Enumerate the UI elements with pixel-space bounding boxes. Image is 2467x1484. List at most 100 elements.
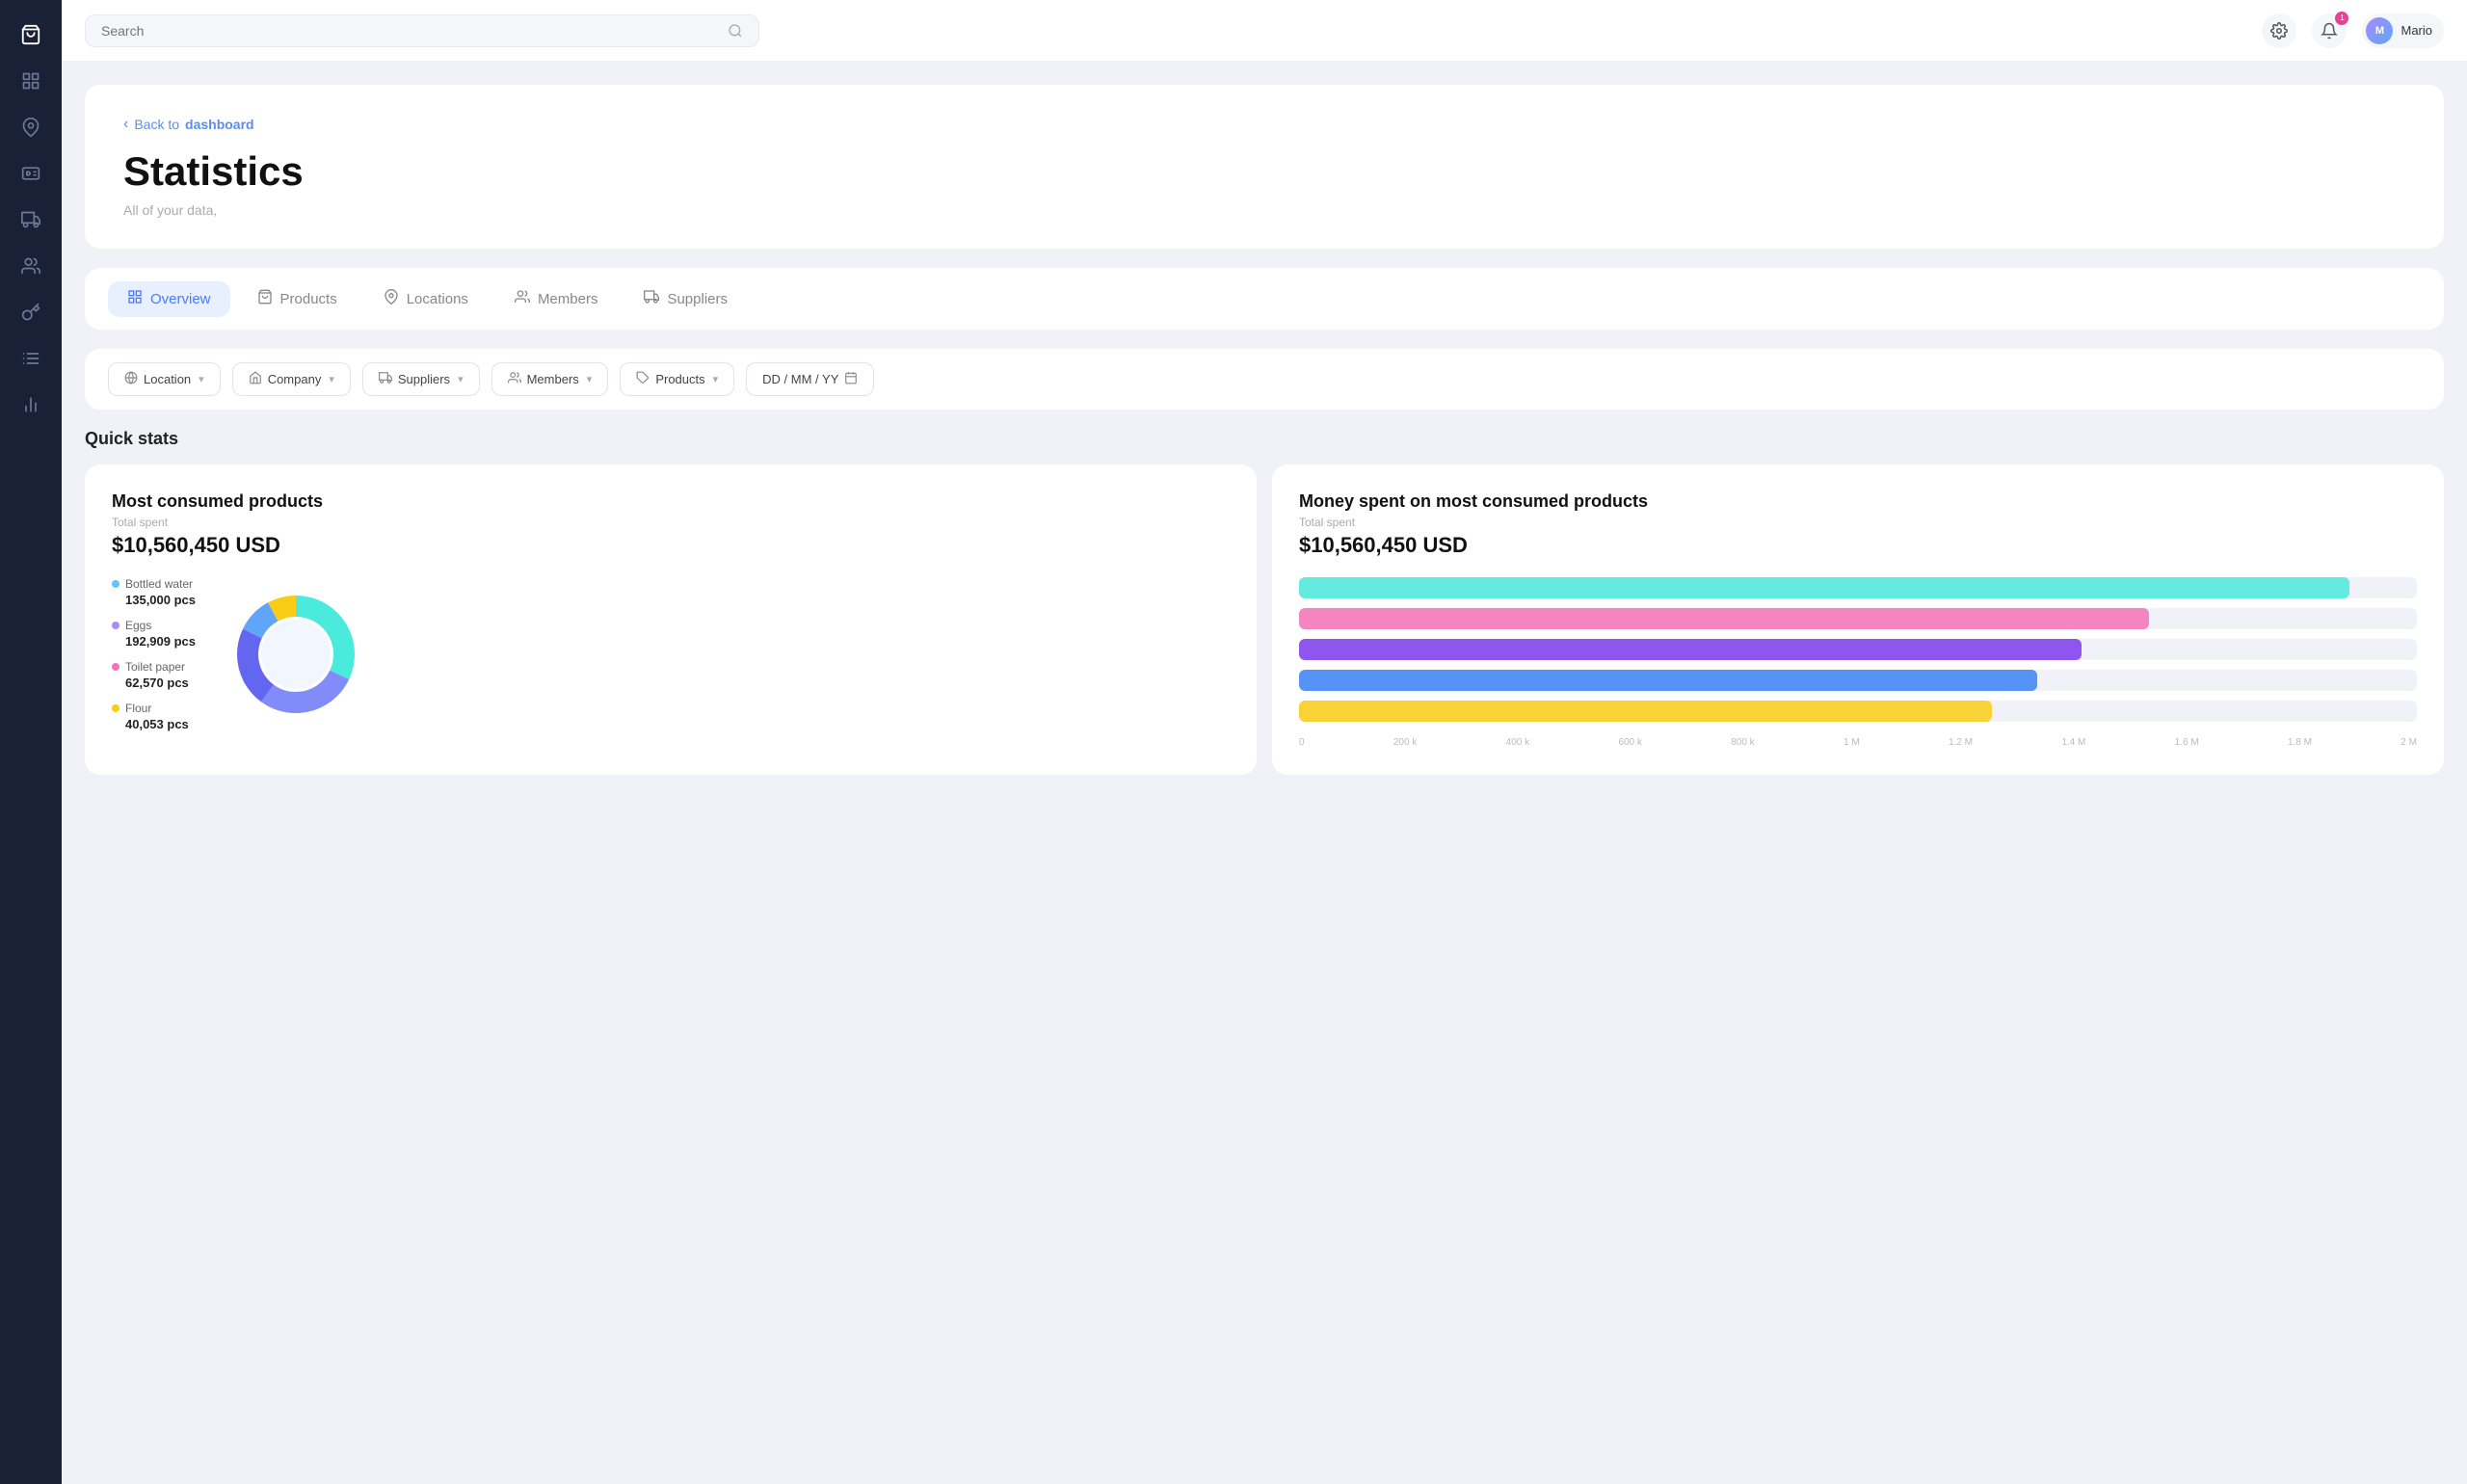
filter-members[interactable]: Members ▾ — [491, 362, 609, 396]
filter-suppliers-label: Suppliers — [398, 372, 450, 386]
back-to-dashboard-link[interactable]: ‹ Back to dashboard — [123, 116, 2405, 133]
legend-count-eggs: 192,909 pcs — [112, 634, 196, 649]
bar-row-3 — [1299, 670, 2417, 691]
filter-location-label: Location — [144, 372, 191, 386]
main-content: 1 M Mario ‹ Back to dashboard Statistics… — [62, 0, 2467, 1484]
tab-products-icon — [257, 289, 273, 309]
donut-chart — [219, 577, 373, 731]
legend-dot-flour — [112, 704, 119, 712]
search-bar[interactable] — [85, 14, 759, 47]
sidebar-icon-list[interactable] — [12, 339, 50, 378]
tab-members[interactable]: Members — [495, 281, 618, 317]
back-link-text: Back to — [134, 117, 179, 132]
filter-location-chevron: ▾ — [199, 373, 204, 385]
sidebar-icon-home[interactable] — [12, 62, 50, 100]
filter-products-icon — [636, 371, 650, 387]
legend-item-toilet-paper: Toilet paper 62,570 pcs — [112, 660, 196, 690]
tab-suppliers-label: Suppliers — [667, 291, 728, 307]
filter-suppliers[interactable]: Suppliers ▾ — [362, 362, 480, 396]
bell-icon — [2321, 22, 2338, 40]
filter-members-chevron: ▾ — [587, 373, 593, 385]
tab-suppliers[interactable]: Suppliers — [624, 281, 747, 317]
user-avatar: M — [2366, 17, 2393, 44]
user-menu[interactable]: M Mario — [2362, 13, 2444, 48]
sidebar-icon-id[interactable] — [12, 154, 50, 193]
tabs-bar: Overview Products Locations Members — [85, 268, 2444, 330]
bar-row-0 — [1299, 577, 2417, 598]
hero-card: ‹ Back to dashboard Statistics All of yo… — [85, 85, 2444, 249]
notifications-button[interactable]: 1 — [2312, 13, 2347, 48]
legend-dot-eggs — [112, 622, 119, 629]
bar-fill-0 — [1299, 577, 2349, 598]
bar-track-1 — [1299, 608, 2417, 629]
quick-stats-section: Quick stats Most consumed products Total… — [85, 429, 2444, 775]
sidebar-icon-truck[interactable] — [12, 200, 50, 239]
sidebar-icon-chart[interactable] — [12, 385, 50, 424]
sidebar-icon-key[interactable] — [12, 293, 50, 331]
tab-locations[interactable]: Locations — [364, 281, 488, 317]
filters-bar: Location ▾ Company ▾ Suppliers ▾ — [85, 349, 2444, 410]
tab-locations-icon — [384, 289, 399, 309]
page-title: Statistics — [123, 148, 2405, 195]
tab-overview-icon — [127, 289, 143, 309]
filter-company[interactable]: Company ▾ — [232, 362, 351, 396]
filter-date[interactable]: DD / MM / YY — [746, 362, 874, 396]
tab-locations-label: Locations — [407, 291, 468, 307]
bar-row-4 — [1299, 701, 2417, 722]
settings-button[interactable] — [2262, 13, 2296, 48]
content-area: ‹ Back to dashboard Statistics All of yo… — [62, 62, 2467, 1484]
bar-row-1 — [1299, 608, 2417, 629]
search-icon — [728, 23, 743, 39]
filter-location[interactable]: Location ▾ — [108, 362, 221, 396]
legend-dot-toilet-paper — [112, 663, 119, 671]
tab-products[interactable]: Products — [238, 281, 357, 317]
legend-count-bottled-water: 135,000 pcs — [112, 593, 196, 607]
money-spent-value: $10,560,450 USD — [1299, 533, 2417, 558]
filter-suppliers-chevron: ▾ — [458, 373, 464, 385]
money-spent-title: Money spent on most consumed products — [1299, 491, 2417, 512]
user-name-label: Mario — [2401, 23, 2432, 38]
tab-overview-label: Overview — [150, 291, 211, 307]
bar-fill-4 — [1299, 701, 1992, 722]
filter-products[interactable]: Products ▾ — [620, 362, 734, 396]
section-title: Quick stats — [85, 429, 2444, 449]
tab-members-icon — [515, 289, 530, 309]
money-spent-card: Money spent on most consumed products To… — [1272, 464, 2444, 775]
filter-suppliers-icon — [379, 371, 392, 387]
tab-products-label: Products — [280, 291, 337, 307]
legend-count-toilet-paper: 62,570 pcs — [112, 676, 196, 690]
bar-fill-1 — [1299, 608, 2149, 629]
legend-item-bottled-water: Bottled water 135,000 pcs — [112, 577, 196, 607]
legend-count-flour: 40,053 pcs — [112, 717, 196, 731]
sidebar-icon-shop[interactable] — [12, 15, 50, 54]
stats-grid: Most consumed products Total spent $10,5… — [85, 464, 2444, 775]
legend-item-eggs: Eggs 192,909 pcs — [112, 619, 196, 649]
header-actions: 1 M Mario — [2262, 13, 2444, 48]
back-link-bold: dashboard — [185, 117, 254, 132]
most-consumed-card: Most consumed products Total spent $10,5… — [85, 464, 1257, 775]
most-consumed-title: Most consumed products — [112, 491, 1230, 512]
bar-fill-2 — [1299, 639, 2082, 660]
filter-company-icon — [249, 371, 262, 387]
bar-track-3 — [1299, 670, 2417, 691]
filter-location-icon — [124, 371, 138, 387]
most-consumed-label: Total spent — [112, 516, 1230, 529]
most-consumed-value: $10,560,450 USD — [112, 533, 1230, 558]
bar-row-2 — [1299, 639, 2417, 660]
filter-company-chevron: ▾ — [329, 373, 334, 385]
filter-date-icon — [844, 371, 858, 387]
filter-products-chevron: ▾ — [713, 373, 719, 385]
filter-products-label: Products — [655, 372, 704, 386]
search-input[interactable] — [101, 23, 720, 39]
page-subtitle: All of your data, — [123, 202, 2405, 218]
filter-company-label: Company — [268, 372, 322, 386]
filter-members-label: Members — [527, 372, 579, 386]
bar-track-4 — [1299, 701, 2417, 722]
sidebar-icon-people[interactable] — [12, 247, 50, 285]
legend-item-flour: Flour 40,053 pcs — [112, 702, 196, 731]
filter-members-icon — [508, 371, 521, 387]
sidebar-icon-location[interactable] — [12, 108, 50, 146]
bar-axis-labels: 0 200 k 400 k 600 k 800 k 1 M 1.2 M 1.4 … — [1299, 737, 2417, 748]
bar-track-2 — [1299, 639, 2417, 660]
tab-overview[interactable]: Overview — [108, 281, 230, 317]
